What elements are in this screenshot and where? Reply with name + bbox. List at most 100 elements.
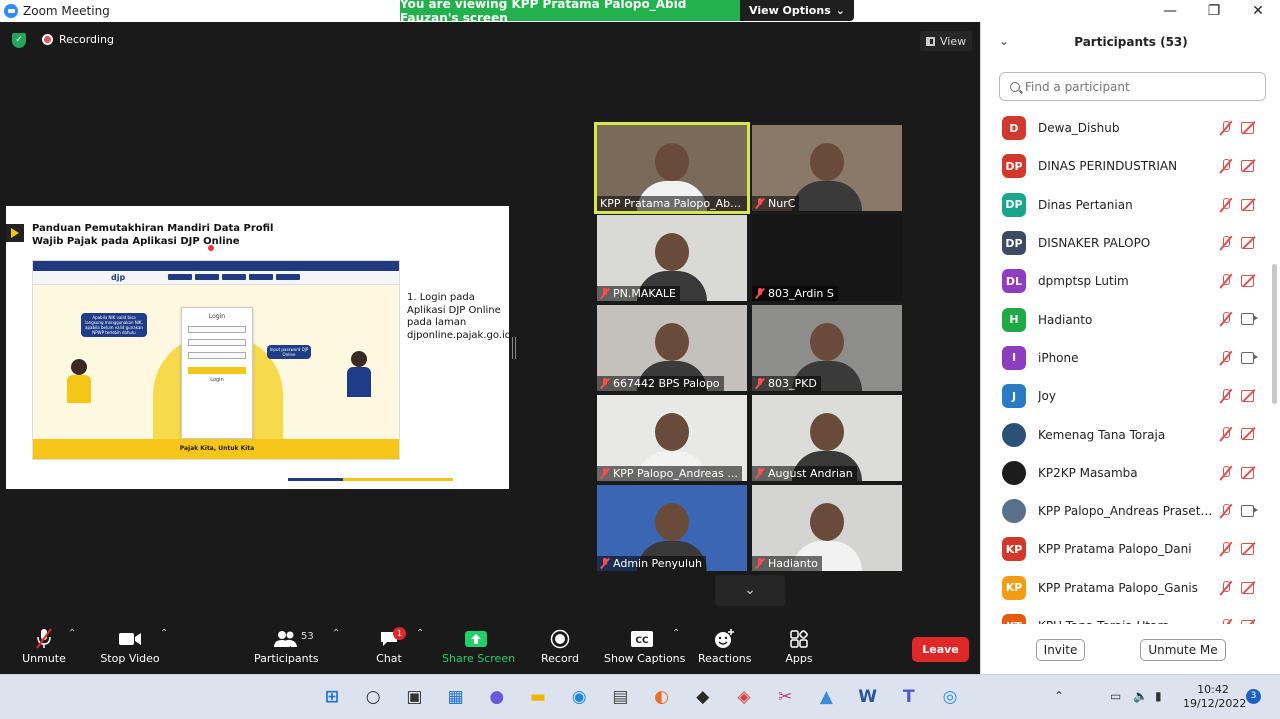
share-screen-button[interactable]: Share Screen [442, 626, 516, 672]
participants-panel-title: Participants (53) [1074, 35, 1188, 49]
close-icon[interactable]: ✕ [1236, 3, 1280, 19]
mic-muted-icon [1219, 580, 1233, 596]
view-options-button[interactable]: View Options ⌄ [740, 0, 854, 21]
snipping-tool-icon[interactable]: ✂ [773, 685, 797, 709]
mic-muted-icon [1219, 350, 1233, 366]
video-tile-name: KPP Pratama Palopo_Abi... [597, 196, 747, 211]
search-icon[interactable]: ○ [361, 685, 385, 709]
unmute-me-button[interactable]: Unmute Me [1140, 639, 1226, 661]
word-icon[interactable]: W [856, 685, 880, 709]
participant-row[interactable]: KP KPP Pratama Palopo_Ganis [981, 569, 1271, 607]
video-tile[interactable]: 667442 BPS Palopo [597, 305, 747, 391]
view-button[interactable]: View [920, 31, 972, 51]
record-button[interactable]: Record [538, 626, 582, 672]
participant-video-person [655, 143, 689, 181]
participant-row[interactable]: DL dpmptsp Lutim [981, 262, 1271, 300]
zoom-icon[interactable]: ◎ [938, 685, 962, 709]
video-tile[interactable]: KPP Palopo_Andreas ... [597, 395, 747, 481]
battery-icon[interactable]: ▮ [1155, 689, 1162, 703]
video-tile[interactable]: PN.MAKALE [597, 215, 747, 301]
video-tile[interactable]: 803_PKD [752, 305, 902, 391]
participant-avatar: KT [1002, 614, 1026, 624]
anydesk-icon[interactable]: ◈ [732, 685, 756, 709]
teams-icon[interactable]: T [897, 685, 921, 709]
photos-icon[interactable]: ▲ [814, 685, 838, 709]
apps-button[interactable]: Apps [780, 626, 818, 672]
task-view-icon[interactable]: ▣ [402, 685, 426, 709]
video-tile[interactable]: 803_Ardin S [752, 215, 902, 301]
reactions-button[interactable]: Reactions [698, 626, 752, 672]
maximize-icon[interactable]: ❐ [1192, 3, 1236, 19]
minimize-icon[interactable]: — [1148, 3, 1192, 19]
participants-button[interactable]: Participants 53 ⌃ [254, 626, 340, 672]
store-icon[interactable]: ▤ [608, 685, 632, 709]
participant-video-person [810, 503, 844, 541]
volume-icon[interactable]: 🔈 [1133, 689, 1148, 703]
unmute-button[interactable]: Unmute ⌃ [14, 626, 76, 672]
participant-row[interactable]: KPP Palopo_Andreas Prasetyo ... [981, 492, 1271, 530]
participant-name: Joy [1038, 389, 1056, 404]
edge-icon[interactable]: ◉ [567, 685, 591, 709]
system-clock[interactable]: 10:42 19/12/2022 [1183, 683, 1246, 711]
participant-row[interactable]: DP DINAS PERINDUSTRIAN [981, 147, 1271, 185]
teams-chat-icon[interactable]: ● [485, 685, 509, 709]
show-hidden-icons-chevron-icon[interactable]: ⌃ [1054, 689, 1064, 703]
windows-start-icon[interactable]: ⊞ [320, 685, 344, 709]
file-explorer-icon[interactable]: ▬ [526, 685, 550, 709]
captions-options-caret[interactable]: ⌃ [672, 628, 680, 639]
firefox-icon[interactable]: ◐ [650, 685, 674, 709]
show-captions-button[interactable]: CC Show Captions ⌃ [604, 626, 685, 672]
participant-row[interactable]: DP DISNAKER PALOPO [981, 224, 1271, 262]
participant-row[interactable]: DP Dinas Pertanian [981, 186, 1271, 224]
participant-name: dpmptsp Lutim [1038, 274, 1129, 289]
split-view-handle[interactable] [512, 337, 516, 359]
participants-options-caret[interactable]: ⌃ [332, 628, 340, 639]
chat-options-caret[interactable]: ⌃ [416, 628, 424, 639]
stop-video-button[interactable]: Stop Video ⌃ [98, 626, 168, 672]
participant-name: Dewa_Dishub [1038, 121, 1120, 136]
participant-row[interactable]: KP2KP Masamba [981, 454, 1271, 492]
mic-muted-icon [1219, 618, 1233, 624]
participant-list-scrollbar[interactable] [1272, 264, 1277, 404]
participant-search-box[interactable] [999, 72, 1266, 101]
video-camera-icon [98, 626, 162, 652]
screenshot-body: Login Login Apabila NIK valid bisa langs… [33, 285, 399, 445]
chat-button[interactable]: Chat 1 ⌃ [372, 626, 424, 672]
widgets-icon[interactable]: ▦ [444, 685, 468, 709]
share-screen-label: Share Screen [442, 652, 516, 665]
video-options-caret[interactable]: ⌃ [160, 628, 168, 639]
leave-button[interactable]: Leave [912, 637, 969, 662]
svg-text:CC: CC [635, 636, 649, 646]
video-tile[interactable]: August Andrian [752, 395, 902, 481]
video-tile[interactable]: NurC [752, 125, 902, 211]
participant-row[interactable]: IiPhone [981, 339, 1271, 377]
recording-indicator[interactable]: Recording [42, 33, 114, 46]
unmute-label: Unmute [22, 652, 66, 665]
participant-row[interactable]: J Joy [981, 377, 1271, 415]
video-tile[interactable]: KPP Pratama Palopo_Abi... [594, 122, 750, 214]
participant-search-input[interactable] [1025, 79, 1255, 94]
notification-badge[interactable]: 3 [1246, 689, 1261, 704]
dropbox-icon[interactable]: ◆ [691, 685, 715, 709]
participant-video-person [810, 413, 844, 451]
gallery-next-page-button[interactable]: ⌄ [715, 575, 785, 606]
participant-avatar: J [1002, 384, 1026, 409]
audio-options-caret[interactable]: ⌃ [68, 628, 76, 639]
participant-row[interactable]: D Dewa_Dishub [981, 109, 1271, 147]
participant-avatar: DP [1002, 231, 1026, 256]
participant-name: KP2KP Masamba [1038, 465, 1138, 480]
video-tile[interactable]: Hadianto [752, 485, 902, 571]
mic-muted-icon [1219, 235, 1233, 251]
participant-row[interactable]: KT KPU Tana Toraja Utara [981, 607, 1271, 624]
participant-row[interactable]: H Hadianto [981, 300, 1271, 338]
participant-row[interactable]: KP KPP Pratama Palopo_Dani [981, 530, 1271, 568]
video-tile[interactable]: Admin Penyuluh [597, 485, 747, 571]
video-tile-name: PN.MAKALE [597, 286, 680, 301]
display-icon[interactable]: ▭ [1110, 689, 1121, 703]
participant-list: D Dewa_Dishub DP DINAS PERINDUSTRIAN DP Dinas… [981, 109, 1271, 624]
shared-screen-slide: Panduan Pemutakhiran Mandiri Data Profil… [6, 206, 511, 489]
djp-logo: djp [111, 273, 126, 282]
encryption-shield-icon[interactable]: ✓ [12, 33, 26, 48]
invite-button[interactable]: Invite [1036, 639, 1085, 661]
participant-row[interactable]: Kemenag Tana Toraja [981, 415, 1271, 453]
